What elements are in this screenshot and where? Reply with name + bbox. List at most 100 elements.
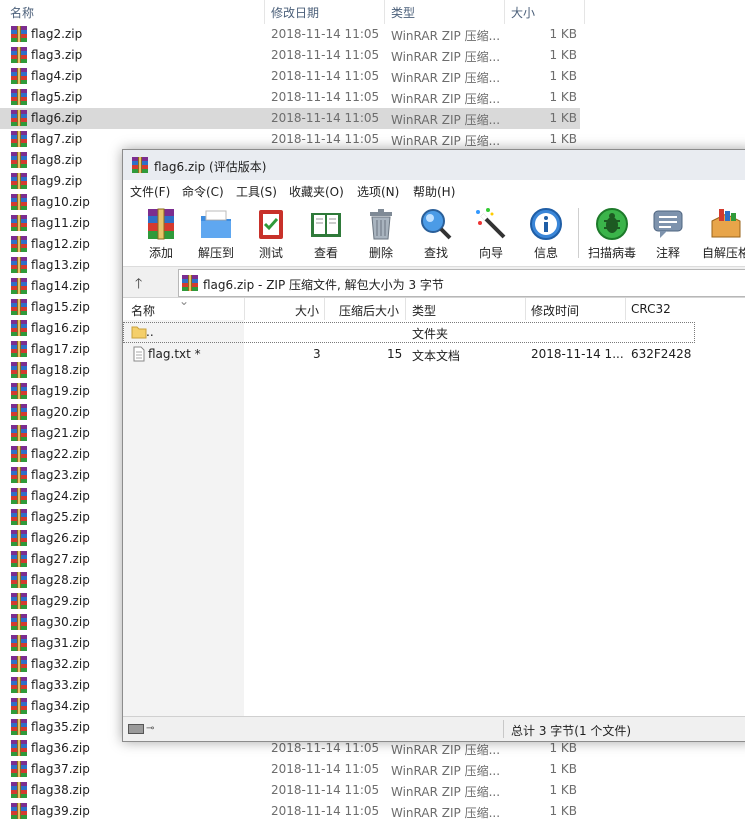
menu-options[interactable]: 选项(N) bbox=[357, 183, 399, 200]
file-name: flag16.zip bbox=[31, 321, 90, 335]
column-size[interactable]: 大小 bbox=[295, 302, 319, 319]
zip-archive-icon bbox=[11, 383, 27, 399]
up-arrow-icon[interactable]: 🡑 bbox=[135, 273, 142, 297]
column-divider[interactable] bbox=[324, 298, 325, 320]
zip-archive-icon bbox=[11, 803, 27, 819]
file-date: 2018-11-14 11:05 bbox=[271, 69, 380, 83]
drive-icon[interactable] bbox=[128, 724, 144, 734]
explorer-file-row[interactable]: flag38.zip 2018-11-14 11:05 WinRAR ZIP 压缩.… bbox=[0, 780, 580, 801]
file-type: WinRAR ZIP 压缩... bbox=[391, 743, 501, 757]
key-icon[interactable]: ⊸ bbox=[146, 723, 154, 734]
file-size: 1 KB bbox=[549, 804, 577, 818]
column-divider[interactable] bbox=[525, 298, 526, 320]
zip-archive-icon bbox=[11, 740, 27, 756]
explorer-file-row[interactable]: flag7.zip 2018-11-14 11:05 WinRAR ZIP 压缩..… bbox=[0, 129, 580, 150]
file-name: flag35.zip bbox=[31, 720, 90, 734]
trash-icon bbox=[364, 207, 398, 241]
sfx-button[interactable]: 自解压格 bbox=[696, 204, 745, 264]
sort-arrow-icon: ⌄ bbox=[179, 294, 190, 308]
file-size: 3 bbox=[313, 347, 321, 361]
zip-archive-icon bbox=[11, 68, 27, 84]
file-type: WinRAR ZIP 压缩... bbox=[391, 806, 501, 820]
add-button[interactable]: 添加 bbox=[134, 204, 188, 264]
file-name: flag9.zip bbox=[31, 174, 83, 188]
comment-button[interactable]: 注释 bbox=[641, 204, 695, 264]
column-divider[interactable] bbox=[584, 0, 585, 24]
column-divider[interactable] bbox=[405, 298, 406, 320]
address-field[interactable]: flag6.zip - ZIP 压缩文件, 解包大小为 3 字节 bbox=[178, 269, 745, 297]
zip-archive-icon bbox=[11, 257, 27, 273]
explorer-file-row[interactable]: flag37.zip 2018-11-14 11:05 WinRAR ZIP 压缩.… bbox=[0, 759, 580, 780]
virus-scan-label: 扫描病毒 bbox=[587, 246, 636, 260]
zip-archive-icon bbox=[11, 614, 27, 630]
title-bar[interactable]: flag6.zip (评估版本) bbox=[123, 150, 745, 180]
zip-archive-icon bbox=[11, 110, 27, 126]
zip-archive-icon bbox=[11, 341, 27, 357]
column-name[interactable]: 名称 bbox=[131, 302, 155, 319]
file-date: 2018-11-14 11:05 bbox=[271, 111, 380, 125]
explorer-file-row[interactable]: flag5.zip 2018-11-14 11:05 WinRAR ZIP 压缩..… bbox=[0, 87, 580, 108]
extract-to-button[interactable]: 解压到 bbox=[189, 204, 243, 264]
menu-favorites[interactable]: 收藏夹(O) bbox=[289, 183, 344, 200]
explorer-file-row[interactable]: flag2.zip 2018-11-14 11:05 WinRAR ZIP 压缩..… bbox=[0, 24, 580, 45]
menu-file[interactable]: 文件(F) bbox=[130, 183, 170, 200]
add-archive-icon bbox=[144, 207, 178, 241]
column-size[interactable]: 大小 bbox=[511, 4, 535, 21]
file-name: flag27.zip bbox=[31, 552, 90, 566]
file-type: WinRAR ZIP 压缩... bbox=[391, 50, 501, 64]
explorer-file-row[interactable]: flag4.zip 2018-11-14 11:05 WinRAR ZIP 压缩..… bbox=[0, 66, 580, 87]
file-name: flag.txt * bbox=[148, 347, 201, 361]
virus-scan-button[interactable]: 扫描病毒 bbox=[584, 204, 640, 264]
explorer-file-row[interactable]: flag6.zip 2018-11-14 11:05 WinRAR ZIP 压缩..… bbox=[0, 108, 580, 129]
zip-archive-icon bbox=[11, 677, 27, 693]
column-divider[interactable] bbox=[244, 298, 245, 320]
view-label: 查看 bbox=[313, 246, 338, 260]
explorer-file-row[interactable]: flag39.zip 2018-11-14 11:05 WinRAR ZIP 压缩.… bbox=[0, 801, 580, 822]
column-type[interactable]: 类型 bbox=[412, 302, 436, 319]
zip-archive-icon bbox=[11, 404, 27, 420]
info-label: 信息 bbox=[533, 246, 558, 260]
wizard-button[interactable]: 向导 bbox=[464, 204, 518, 264]
column-divider[interactable] bbox=[264, 0, 265, 24]
file-name: flag39.zip bbox=[31, 804, 90, 818]
zip-archive-icon bbox=[11, 173, 27, 189]
column-divider[interactable] bbox=[504, 0, 505, 24]
test-button[interactable]: 测试 bbox=[244, 204, 298, 264]
file-size: 1 KB bbox=[549, 69, 577, 83]
column-name[interactable]: 名称 bbox=[10, 4, 34, 21]
file-packed-size: 15 bbox=[387, 347, 403, 361]
test-label: 测试 bbox=[258, 246, 283, 260]
archive-file-list[interactable]: 名称 ⌄ 大小 压缩后大小 类型 修改时间 CRC32 .. 文件夹 flag.… bbox=[123, 294, 745, 716]
zip-archive-icon bbox=[11, 194, 27, 210]
file-row[interactable]: flag.txt * 3 15 文本文档 2018-11-14 1... 632… bbox=[123, 344, 695, 365]
view-book-icon bbox=[309, 207, 343, 241]
column-date[interactable]: 修改日期 bbox=[271, 4, 319, 21]
parent-folder-row[interactable]: .. 文件夹 bbox=[123, 322, 695, 343]
toolbar: 添加 解压到 测试 查看 删除 查找 向导 信息 扫描病毒 注释 自解压格 bbox=[123, 202, 745, 267]
column-crc[interactable]: CRC32 bbox=[631, 302, 671, 316]
info-button[interactable]: 信息 bbox=[519, 204, 573, 264]
column-modified[interactable]: 修改时间 bbox=[531, 302, 579, 319]
view-button[interactable]: 查看 bbox=[299, 204, 353, 264]
column-type[interactable]: 类型 bbox=[391, 4, 415, 21]
file-size: 1 KB bbox=[549, 27, 577, 41]
file-name: flag6.zip bbox=[31, 111, 83, 125]
column-divider[interactable] bbox=[625, 298, 626, 320]
delete-button[interactable]: 删除 bbox=[354, 204, 408, 264]
zip-archive-icon bbox=[11, 488, 27, 504]
explorer-file-row[interactable]: flag3.zip 2018-11-14 11:05 WinRAR ZIP 压缩..… bbox=[0, 45, 580, 66]
file-name: flag10.zip bbox=[31, 195, 90, 209]
column-divider[interactable] bbox=[384, 0, 385, 24]
menu-help[interactable]: 帮助(H) bbox=[413, 183, 455, 200]
file-name: flag22.zip bbox=[31, 447, 90, 461]
explorer-column-header: 名称 ⌃ 修改日期 类型 大小 bbox=[0, 0, 745, 24]
column-packed[interactable]: 压缩后大小 bbox=[339, 302, 399, 319]
menu-tools[interactable]: 工具(S) bbox=[236, 183, 277, 200]
comment-label: 注释 bbox=[655, 246, 680, 260]
file-name: flag36.zip bbox=[31, 741, 90, 755]
find-button[interactable]: 查找 bbox=[409, 204, 463, 264]
file-name: flag28.zip bbox=[31, 573, 90, 587]
list-background bbox=[123, 320, 244, 716]
menu-commands[interactable]: 命令(C) bbox=[182, 183, 224, 200]
zip-archive-icon bbox=[11, 446, 27, 462]
